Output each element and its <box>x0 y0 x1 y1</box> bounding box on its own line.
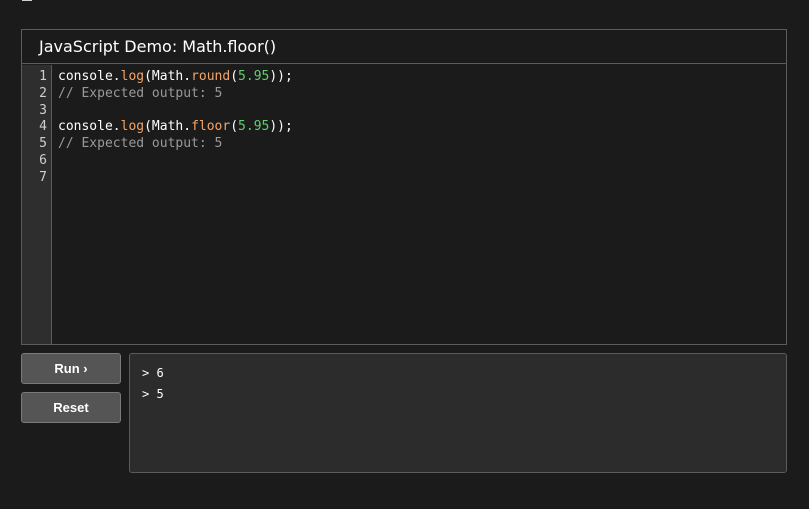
code-token: console. <box>58 119 121 135</box>
code-line[interactable] <box>58 153 786 170</box>
console-line: > 6 <box>142 366 164 380</box>
code-line[interactable]: console.log(Math.round(5.95)); <box>58 69 786 86</box>
code-token: // Expected output: 5 <box>58 136 223 152</box>
code-token: (Math. <box>144 69 192 84</box>
code-token: 5.95 <box>238 69 270 84</box>
clipped-heading-fragment: ▀ <box>22 0 42 4</box>
code-line[interactable]: console.log(Math.floor(5.95)); <box>58 119 786 136</box>
code-token: floor <box>191 119 231 135</box>
code-line[interactable] <box>58 103 786 120</box>
code-token: console. <box>58 69 121 84</box>
line-number: 2 <box>39 85 47 101</box>
line-number: 3 <box>39 102 47 118</box>
reset-button[interactable]: Reset <box>21 392 121 423</box>
code-line[interactable]: // Expected output: 5 <box>58 136 786 153</box>
line-number: 6 <box>39 152 47 168</box>
code-token: )); <box>269 119 293 135</box>
line-number-gutter: 1234567 <box>22 65 52 344</box>
code-line[interactable]: // Expected output: 5 <box>58 86 786 103</box>
code-token: ( <box>230 69 239 84</box>
run-button[interactable]: Run › <box>21 353 121 384</box>
line-number: 7 <box>39 169 47 185</box>
code-area[interactable]: console.log(Math.round(5.95));// Expecte… <box>52 65 786 344</box>
line-number: 4 <box>39 119 47 135</box>
line-number: 5 <box>39 136 47 152</box>
code-token: round <box>191 69 231 84</box>
code-line[interactable] <box>58 170 786 187</box>
code-editor[interactable]: 1234567 console.log(Math.round(5.95));//… <box>22 65 786 344</box>
console-line: > 5 <box>142 387 164 401</box>
demo-title: JavaScript Demo: Math.floor() <box>22 30 786 64</box>
console-output: > 6 > 5 <box>129 353 787 473</box>
demo-panel: JavaScript Demo: Math.floor() 1234567 co… <box>21 29 787 345</box>
line-number: 1 <box>39 69 47 84</box>
code-token: log <box>120 69 145 84</box>
page: ▀ JavaScript Demo: Math.floor() 1234567 … <box>0 0 809 509</box>
code-token: log <box>120 119 145 135</box>
code-token: 5.95 <box>238 119 270 135</box>
code-token: (Math. <box>144 119 192 135</box>
code-token: // Expected output: 5 <box>58 85 223 101</box>
code-token: )); <box>269 69 293 84</box>
code-token: ( <box>230 119 239 135</box>
